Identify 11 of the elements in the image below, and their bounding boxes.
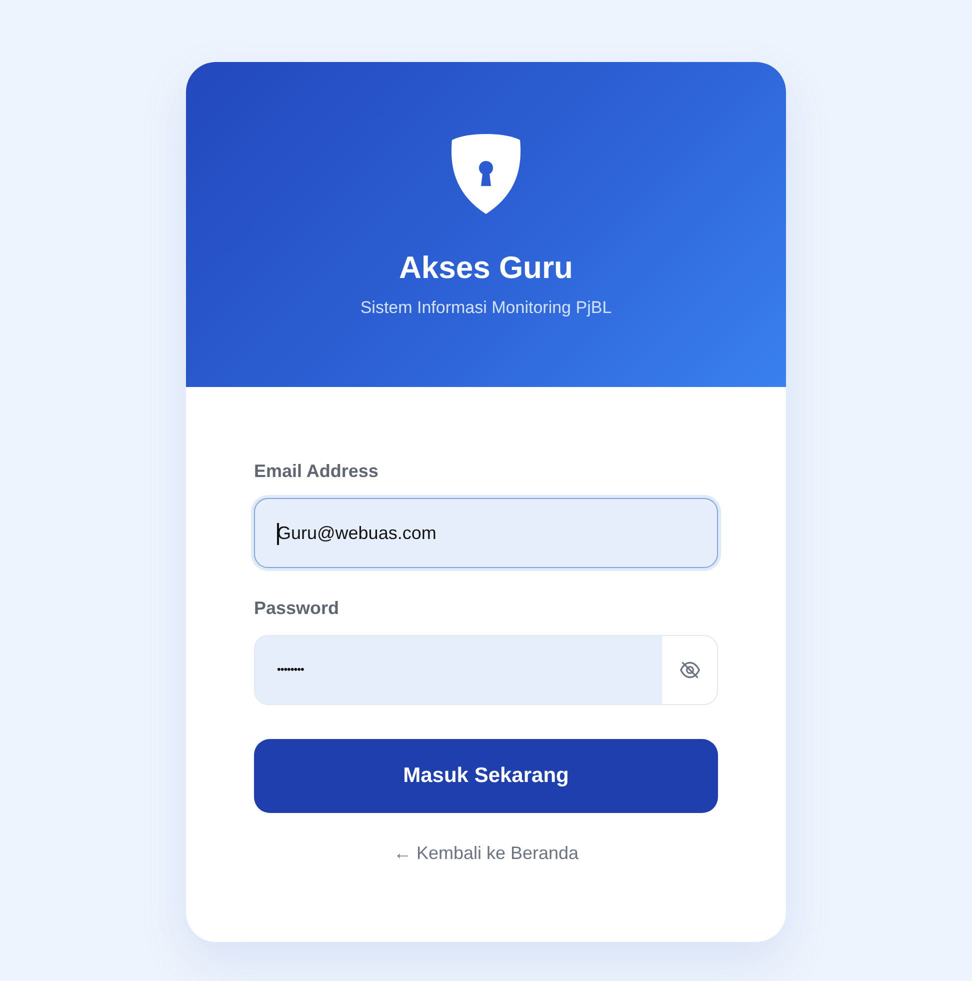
shield-lock-icon — [450, 132, 522, 216]
email-field[interactable]: Guru@webuas.com — [254, 498, 718, 568]
eye-slash-icon — [678, 659, 700, 681]
login-title: Akses Guru — [398, 250, 573, 286]
login-subtitle: Sistem Informasi Monitoring PjBL — [360, 298, 612, 318]
password-field[interactable]: •••••••• — [254, 635, 718, 705]
field-label: Email Address — [254, 461, 380, 482]
login-button[interactable]: Masuk Sekarang — [254, 739, 718, 813]
back-home-link[interactable]: ← Kembali ke Beranda — [393, 843, 579, 864]
field-label: Password — [254, 598, 340, 619]
hide-password-button[interactable] — [661, 636, 717, 704]
